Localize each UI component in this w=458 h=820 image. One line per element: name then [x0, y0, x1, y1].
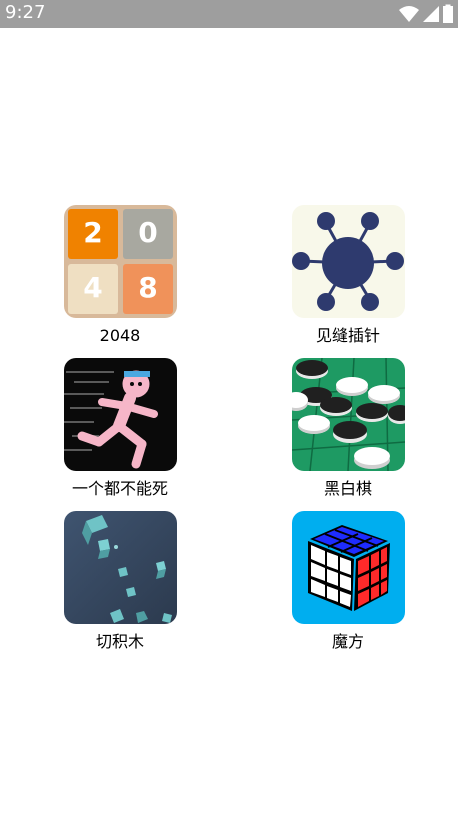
app-label: 黑白棋: [323, 479, 372, 498]
tile-4-label: 4: [83, 271, 102, 304]
status-time: 9:27: [5, 2, 46, 23]
app-label: 切积木: [95, 632, 144, 651]
cellular-signal-icon: [423, 6, 439, 22]
battery-icon: [443, 4, 453, 23]
app-pin-wheel[interactable]: 见缝插针: [273, 205, 423, 346]
wifi-icon: [399, 6, 419, 22]
floating-blocks-icon: [63, 511, 177, 624]
tile-2-label: 2: [83, 216, 102, 249]
othello-board-icon: [291, 358, 405, 471]
app-label: 见缝插针: [315, 326, 380, 345]
app-no-one-dies[interactable]: 一个都不能死: [45, 358, 195, 499]
app-rubiks-cube[interactable]: 魔方: [273, 511, 423, 652]
tile-0-label: 0: [138, 216, 157, 249]
status-icons: [396, 4, 454, 24]
pin-wheel-icon: [291, 205, 405, 318]
app-label: 魔方: [331, 632, 364, 651]
tile-2048-icon: 2 0 4 8: [63, 205, 177, 318]
app-label: 一个都不能死: [71, 479, 168, 498]
rubiks-cube-icon: [291, 511, 405, 624]
running-stickman-icon: [63, 358, 177, 471]
app-cut-blocks[interactable]: 切积木: [45, 511, 195, 652]
app-othello[interactable]: 黑白棋: [273, 358, 423, 499]
app-2048[interactable]: 2 0 4 8 2048: [45, 205, 195, 346]
status-bar: 9:27: [0, 0, 458, 28]
app-label: 2048: [99, 326, 141, 345]
tile-8-label: 8: [138, 271, 157, 304]
